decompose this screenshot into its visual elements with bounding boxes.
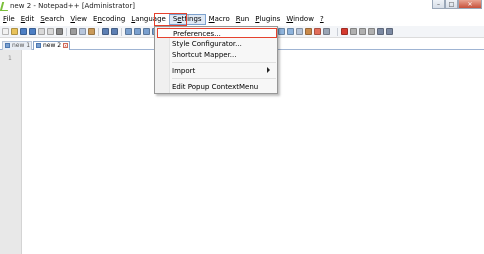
menu-separator	[172, 78, 276, 79]
menu-item-label: Edit Popup ContextMenu	[172, 83, 259, 91]
menu-label: Edit	[20, 15, 35, 23]
menu-view[interactable]: View	[67, 14, 90, 25]
menu-item-import[interactable]: Import	[172, 66, 276, 76]
menu-label: Plugins	[255, 15, 281, 23]
trim-icon[interactable]	[386, 28, 393, 35]
menu-item-style-configurator[interactable]: Style Configurator...	[172, 39, 242, 49]
tab-label: new 1	[12, 42, 31, 49]
title-bar: new 2 - Notepad++ [Administrator] – □ ✕	[0, 0, 484, 13]
document-icon	[36, 43, 41, 48]
maximize-icon[interactable]: □	[445, 0, 458, 9]
window-controls: – □ ✕	[432, 0, 482, 10]
menu-label: ?	[319, 15, 324, 23]
close-icon[interactable]: ✕	[458, 0, 482, 9]
menu-label: Encoding	[93, 15, 126, 23]
menu-item-label: Style Configurator...	[172, 40, 242, 48]
tab-new-1[interactable]: new 1	[2, 41, 32, 50]
menu-edit[interactable]: Edit	[18, 14, 38, 25]
menu-search[interactable]: Search	[37, 14, 67, 25]
menu-label: Run	[235, 15, 250, 23]
notepadpp-icon	[0, 2, 11, 11]
open-file-icon[interactable]	[11, 28, 18, 35]
record-macro-icon[interactable]	[341, 28, 348, 35]
save-all-icon[interactable]	[29, 28, 36, 35]
menu-encoding[interactable]: Encoding	[90, 14, 128, 25]
print-icon[interactable]	[56, 28, 63, 35]
paste-icon[interactable]	[88, 28, 95, 35]
menu-separator	[172, 62, 276, 63]
toolbar-separator	[121, 28, 122, 36]
menu-item-edit-popup-contextmenu[interactable]: Edit Popup ContextMenu	[172, 82, 258, 92]
window-title: new 2 - Notepad++ [Administrator]	[10, 2, 136, 10]
zoom-in-icon[interactable]	[143, 28, 150, 35]
run-macro-icon[interactable]	[368, 28, 375, 35]
menu-item-label: Preferences...	[173, 30, 221, 38]
sync-h-icon[interactable]	[287, 28, 294, 35]
menu-run[interactable]: Run	[233, 14, 252, 25]
menu-file[interactable]: File	[0, 14, 18, 25]
toolbar-separator	[337, 28, 338, 36]
menu-label: File	[3, 15, 15, 23]
find-icon[interactable]	[125, 28, 132, 35]
menu-macro[interactable]: Macro	[206, 14, 233, 25]
replace-icon[interactable]	[134, 28, 141, 35]
menu-label: Window	[286, 15, 314, 23]
play-macro-icon[interactable]	[359, 28, 366, 35]
menu-item-preferences[interactable]: Preferences...	[157, 28, 277, 38]
menu-item-shortcut-mapper[interactable]: Shortcut Mapper...	[172, 50, 236, 60]
line-number-gutter: 1	[0, 50, 22, 254]
stop-macro-icon[interactable]	[350, 28, 357, 35]
menu-label: Search	[40, 15, 65, 23]
undo-icon[interactable]	[102, 28, 109, 35]
menu-label: View	[70, 15, 87, 23]
menu-plugins[interactable]: Plugins	[252, 14, 283, 25]
all-chars-icon[interactable]	[305, 28, 312, 35]
doc-map-icon[interactable]	[323, 28, 330, 35]
toolbar-separator	[66, 28, 67, 36]
indent-guide-icon[interactable]	[314, 28, 321, 35]
save-icon[interactable]	[20, 28, 27, 35]
menu-help[interactable]: ?	[317, 14, 327, 25]
tab-label: new 2	[43, 42, 62, 49]
menu-window[interactable]: Window	[283, 14, 317, 25]
menu-item-label: Shortcut Mapper...	[172, 51, 237, 59]
document-icon	[5, 43, 10, 48]
toolbar-separator	[98, 28, 99, 36]
submenu-arrow-icon	[267, 67, 270, 73]
redo-icon[interactable]	[111, 28, 118, 35]
settings-highlight-box	[154, 13, 187, 26]
menu-label: Macro	[208, 15, 230, 23]
copy-icon[interactable]	[79, 28, 86, 35]
menu-bar: File Edit Search View Encoding Language Settin…	[0, 13, 484, 26]
cut-icon[interactable]	[70, 28, 77, 35]
close-file-icon[interactable]	[38, 28, 45, 35]
word-wrap-icon[interactable]	[296, 28, 303, 35]
tab-close-icon[interactable]: x	[63, 43, 68, 48]
new-file-icon[interactable]	[2, 28, 9, 35]
tab-new-2[interactable]: new 2 x	[33, 41, 70, 50]
save-macro-icon[interactable]	[377, 28, 384, 35]
minimize-icon[interactable]: –	[432, 0, 445, 9]
sync-v-icon[interactable]	[278, 28, 285, 35]
close-all-icon[interactable]	[47, 28, 54, 35]
menu-item-label: Import	[172, 67, 196, 75]
line-number: 1	[8, 55, 12, 62]
settings-menu: Preferences... Style Configurator... Sho…	[154, 26, 278, 94]
